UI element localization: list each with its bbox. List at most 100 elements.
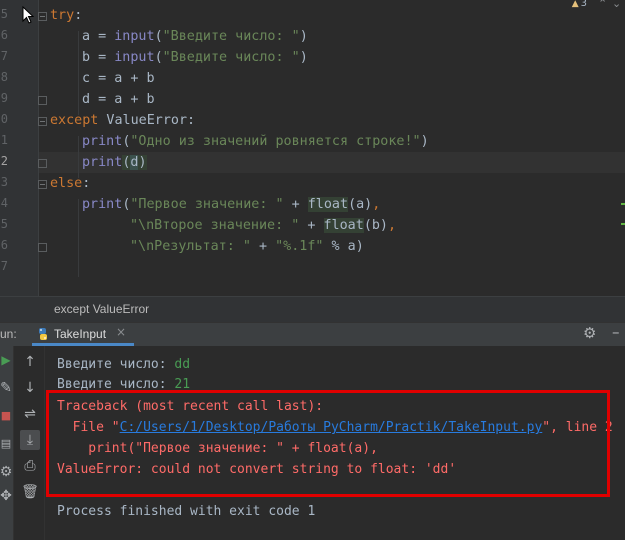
trash-icon[interactable]: 🗑 <box>20 482 40 502</box>
line-number: 5 <box>0 7 8 21</box>
code-text: c = a + b <box>82 71 155 86</box>
code-string: "%.1f" <box>275 239 324 254</box>
code-text: + <box>250 239 276 254</box>
line-number: 6 <box>0 238 8 252</box>
python-icon <box>39 328 47 340</box>
line-number: 3 <box>0 175 8 189</box>
code-line[interactable]: try: <box>50 5 82 26</box>
code-builtin: float <box>323 218 364 233</box>
line-number: 0 <box>0 112 8 126</box>
code-builtin: print <box>82 197 123 212</box>
code-text: : <box>82 176 91 191</box>
print-icon[interactable]: ⎙ <box>20 456 40 476</box>
code-string: "\nВторое значение: " <box>130 218 300 233</box>
code-line[interactable]: else: <box>50 173 90 194</box>
code-text: , <box>388 218 397 233</box>
breadcrumb: except ValueError <box>0 296 625 322</box>
run-label: un: <box>0 327 17 341</box>
code-line-current[interactable]: print(d) <box>82 152 147 173</box>
console-prompt: Введите число: <box>57 357 175 372</box>
console-toolbar: ↑ ↓ ⇌ ⤓ ⎙ 🗑 <box>14 346 45 540</box>
code-keyword: except <box>50 113 99 128</box>
code-string: "Первое значение: " <box>130 197 284 212</box>
code-line[interactable]: d = a + b <box>82 89 155 110</box>
code-line[interactable]: print("Первое значение: " + float(a), <box>82 194 380 215</box>
indent-guide <box>78 31 79 115</box>
code-text: (a) <box>348 197 373 212</box>
chevron-down-icon[interactable]: ⌄ <box>612 0 621 10</box>
process-exit-message: Process finished with exit code 1 <box>57 504 316 519</box>
fold-marker-icon[interactable] <box>38 96 47 105</box>
tab-takeinput[interactable]: TakeInput × <box>32 323 134 346</box>
code-builtin: print <box>82 155 123 170</box>
fold-marker-icon[interactable] <box>38 159 47 168</box>
line-number: 9 <box>0 91 8 105</box>
inspection-warnings[interactable]: ▲ 3 <box>572 0 587 9</box>
code-text: + <box>299 218 324 233</box>
mouse-pointer-icon <box>22 6 34 24</box>
code-text: ) <box>299 50 308 65</box>
code-text: , <box>372 197 381 212</box>
code-builtin: float <box>307 197 349 212</box>
code-line[interactable]: b = input("Введите число: ") <box>82 47 308 68</box>
line-number-gutter: 5 6 7 8 9 0 1 2 3 4 5 6 7 <box>0 0 38 296</box>
line-number: 7 <box>0 49 8 63</box>
code-line[interactable]: "\nРезультат: " + "%.1f" % a) <box>130 236 364 257</box>
code-string: "Одно из значений ровняется строке!" <box>130 134 421 149</box>
code-text: (b) <box>363 218 388 233</box>
code-text: ValueError: <box>98 113 196 128</box>
code-line[interactable]: except ValueError: <box>50 110 195 131</box>
fold-marker-icon[interactable] <box>38 12 47 21</box>
code-builtin: input <box>114 29 155 44</box>
console-user-input: dd <box>174 357 191 372</box>
arrow-up-icon[interactable]: ↑ <box>20 352 40 372</box>
code-text: a = <box>82 29 115 44</box>
code-text: ( <box>154 29 163 44</box>
fold-marker-icon[interactable] <box>38 117 47 126</box>
code-line[interactable]: a = input("Введите число: ") <box>82 26 308 47</box>
change-marker <box>621 203 625 205</box>
run-tool-window-header: un: TakeInput × ⚙ – <box>0 322 625 346</box>
fold-marker-icon[interactable] <box>38 180 47 189</box>
code-string: "Введите число: " <box>162 50 300 65</box>
code-text: d = a + b <box>82 92 155 107</box>
code-text: + <box>283 197 308 212</box>
warning-icon: ▲ <box>571 0 579 9</box>
line-number-current: 2 <box>0 154 8 168</box>
tab-label: TakeInput <box>54 327 107 341</box>
fold-marker-icon[interactable] <box>38 243 47 252</box>
line-number: 4 <box>0 196 8 210</box>
code-builtin: print <box>82 134 123 149</box>
code-builtin: input <box>114 50 155 65</box>
indent-guide <box>78 136 79 178</box>
line-number: 1 <box>0 133 8 147</box>
code-string: "Введите число: " <box>162 29 300 44</box>
code-text: % a) <box>323 239 364 254</box>
line-number: 5 <box>0 217 8 231</box>
code-line[interactable]: c = a + b <box>82 68 155 89</box>
run-toolbar-left: ▶ ✎ ■ ▤ ⚙ ✥ <box>0 346 14 540</box>
code-editor[interactable]: 5 6 7 8 9 0 1 2 3 4 5 6 7 try: a = input… <box>0 0 625 296</box>
soft-wrap-icon[interactable]: ⇌ <box>20 404 40 424</box>
chevron-up-icon[interactable]: ⌃ <box>598 0 607 10</box>
arrow-down-icon[interactable]: ↓ <box>20 378 40 398</box>
code-text: ) <box>299 29 308 44</box>
code-text: b = <box>82 50 115 65</box>
code-keyword: else <box>50 176 83 191</box>
close-icon[interactable]: × <box>116 325 126 339</box>
indent-guide <box>78 199 79 277</box>
line-number: 7 <box>0 259 8 273</box>
scroll-to-end-icon[interactable]: ⤓ <box>20 430 40 450</box>
code-line[interactable]: "\nВторое значение: " + float(b), <box>130 215 396 236</box>
change-marker <box>621 223 625 225</box>
line-number: 6 <box>0 28 8 42</box>
code-line[interactable]: print("Одно из значений ровняется строке… <box>82 131 429 152</box>
minimize-icon[interactable]: – <box>612 323 620 341</box>
code-text: ( <box>154 50 163 65</box>
code-keyword: try <box>50 8 75 23</box>
code-text: ) <box>420 134 429 149</box>
gear-icon[interactable]: ⚙ <box>583 324 596 342</box>
code-text: : <box>74 8 83 23</box>
breadcrumb-item[interactable]: except ValueError <box>54 302 149 316</box>
error-highlight-box <box>46 390 610 497</box>
